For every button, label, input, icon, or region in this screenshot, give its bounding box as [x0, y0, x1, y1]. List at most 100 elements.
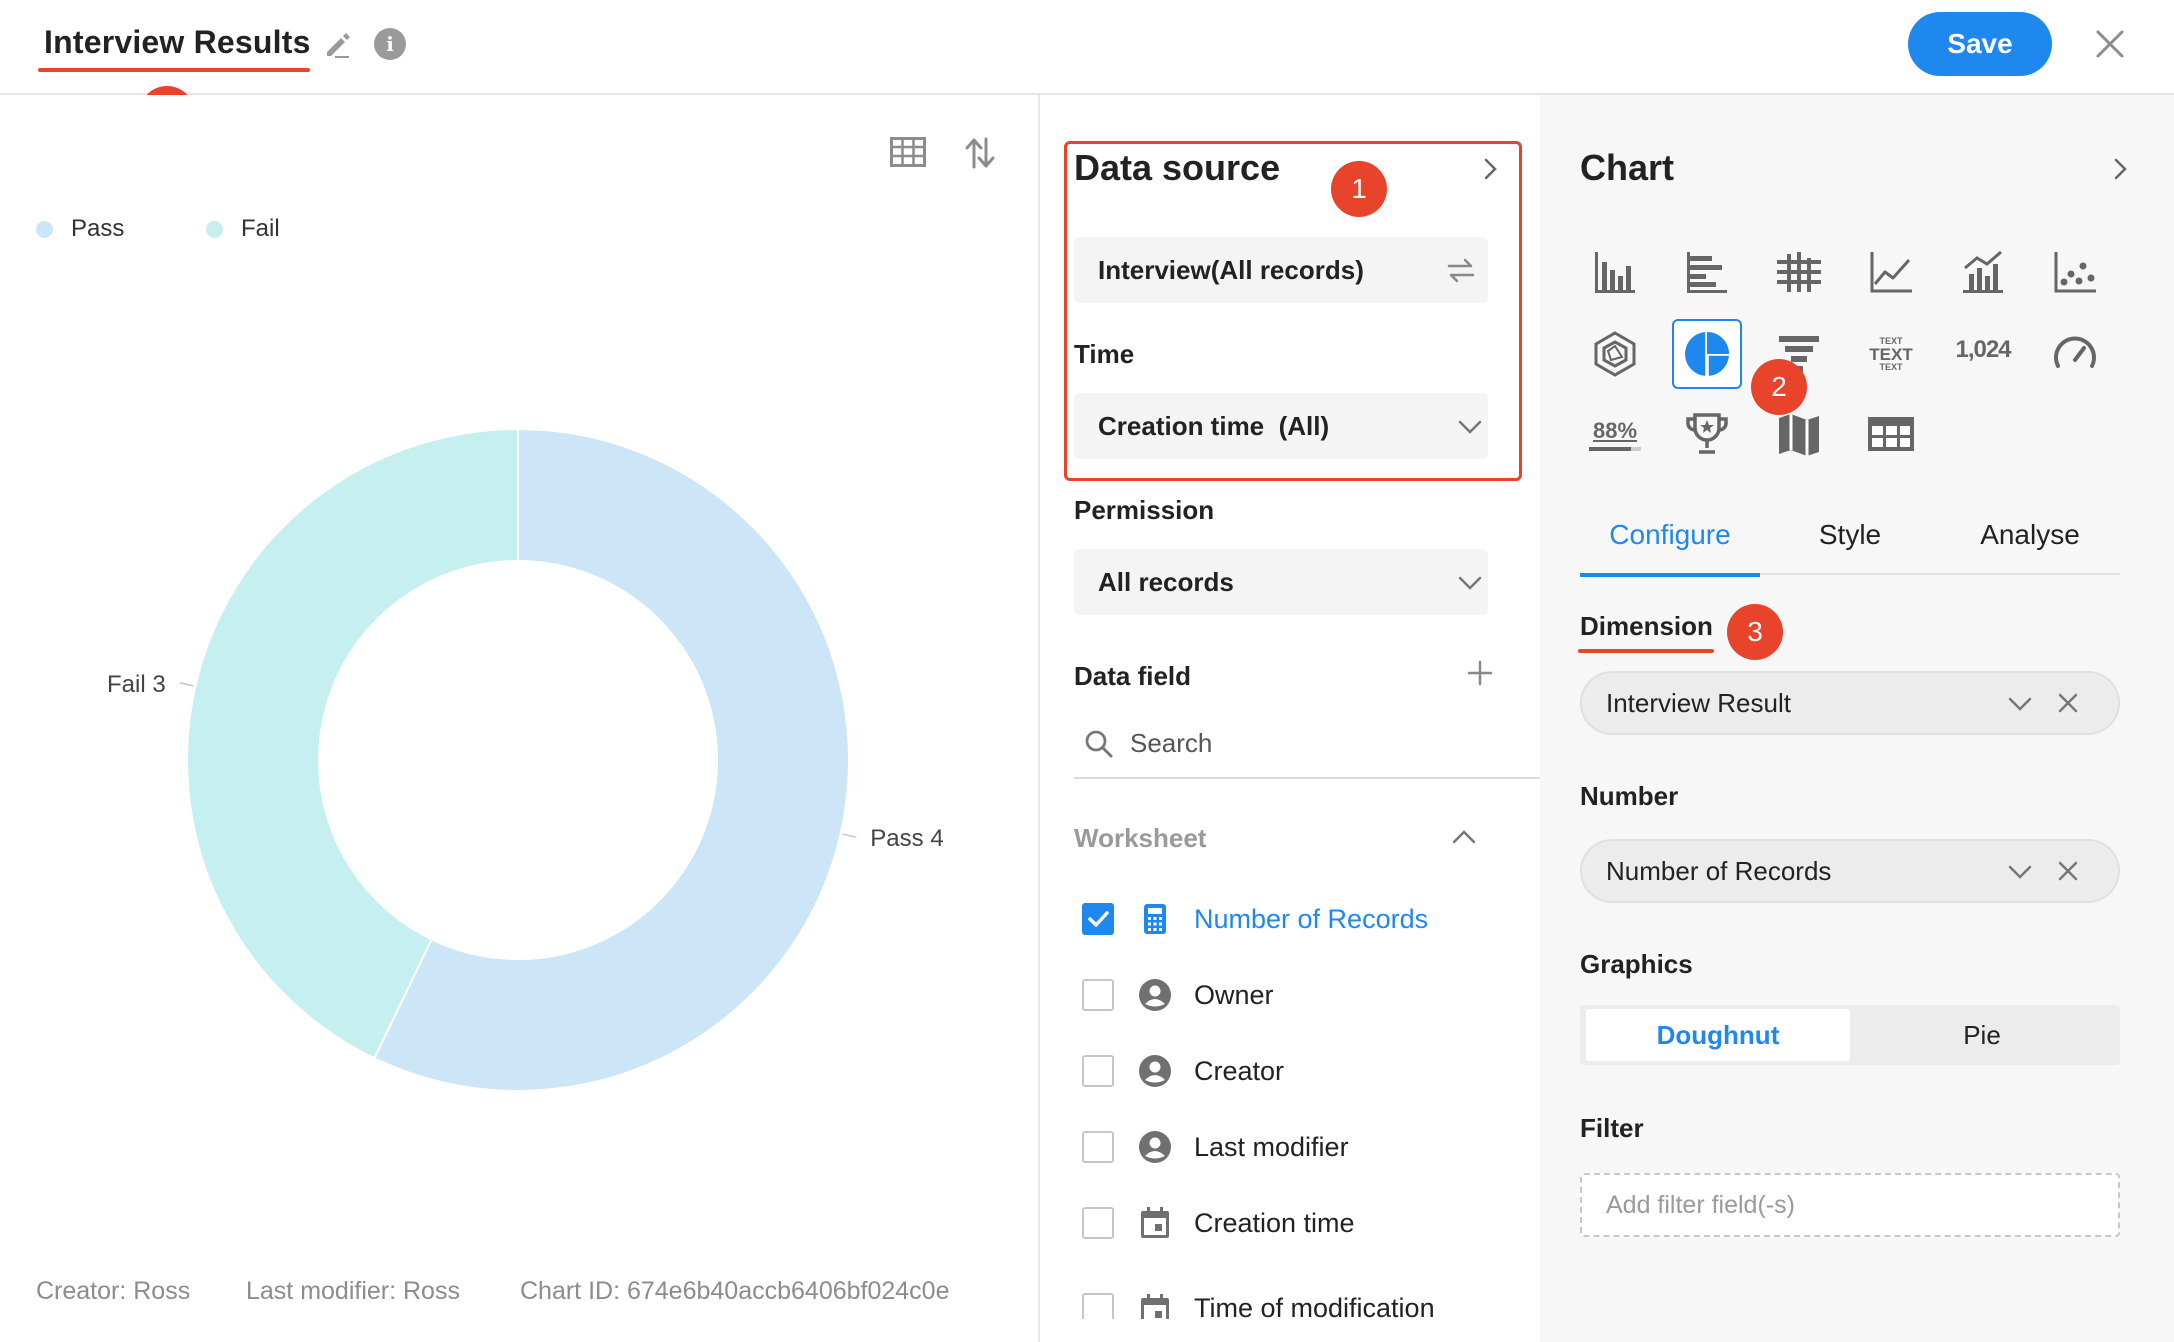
tab-style[interactable]: Style	[1760, 495, 1940, 575]
stacked-bar-icon[interactable]	[1764, 237, 1834, 307]
radar-chart-icon[interactable]	[1580, 319, 1650, 389]
field-search	[1074, 715, 1540, 779]
chevron-down-icon[interactable]	[1456, 417, 1484, 437]
dimension-label: Dimension	[1580, 611, 1713, 641]
gauge-icon[interactable]	[2040, 319, 2110, 389]
calendar-icon	[1141, 1207, 1169, 1238]
bar-chart-icon[interactable]	[1672, 237, 1742, 307]
data-label-fail: Fail 3	[107, 671, 166, 698]
field-item-owner[interactable]: Owner	[1082, 973, 1522, 1017]
info-icon[interactable]: i	[374, 28, 406, 60]
field-label: Number of Records	[1194, 903, 1429, 934]
chevron-down-icon[interactable]	[2006, 695, 2034, 713]
checkbox[interactable]	[1082, 1207, 1114, 1239]
tab-configure[interactable]: Configure	[1580, 495, 1760, 577]
filter-label: Filter	[1580, 1113, 1644, 1143]
graphics-option-doughnut[interactable]: Doughnut	[1586, 1009, 1850, 1061]
time-value: Creation time (All)	[1098, 411, 1330, 441]
user-icon	[1139, 979, 1171, 1011]
progress-text: 88%	[1592, 417, 1638, 443]
progress-track	[1589, 446, 1641, 451]
column-chart-icon[interactable]	[1580, 237, 1650, 307]
time-select[interactable]: Creation time (All)	[1074, 393, 1488, 459]
line-chart-icon[interactable]	[1856, 237, 1926, 307]
data-source-value: Interview(All records)	[1098, 255, 1364, 285]
progress-fill	[1589, 446, 1631, 451]
graphics-option-pie[interactable]: Pie	[1850, 1009, 2114, 1061]
number-field[interactable]: Number of Records	[1580, 839, 2120, 903]
field-item-last-modifier[interactable]: Last modifier	[1082, 1125, 1522, 1169]
leader-line-fail	[179, 682, 194, 687]
checkmark-icon	[1088, 911, 1109, 927]
swap-icon[interactable]	[1446, 257, 1476, 283]
pencil-icon[interactable]	[322, 28, 354, 60]
calculator-icon	[1144, 904, 1166, 934]
data-source-title: Data source	[1074, 147, 1281, 188]
word-cloud-text-small: TEXT	[1879, 361, 1903, 372]
chevron-down-icon[interactable]	[1456, 573, 1484, 593]
close-icon[interactable]	[2056, 691, 2080, 715]
pivot-table-icon[interactable]	[1856, 399, 1926, 469]
annotation-badge-1: 1	[1331, 161, 1387, 217]
save-button[interactable]: Save	[1908, 12, 2052, 76]
permission-value: All records	[1098, 567, 1234, 597]
field-item-creator[interactable]: Creator	[1082, 1049, 1522, 1093]
checkbox[interactable]	[1082, 1055, 1114, 1087]
field-label: Owner	[1194, 979, 1274, 1010]
field-item-creation-time[interactable]: Creation time	[1082, 1201, 1522, 1245]
add-filter-field[interactable]: Add filter field(-s)	[1580, 1173, 2120, 1237]
search-icon	[1085, 730, 1113, 758]
checkbox[interactable]	[1082, 979, 1114, 1011]
field-label: Last modifier	[1194, 1131, 1349, 1162]
word-cloud-icon[interactable]: TEXT TEXT TEXT	[1856, 319, 1926, 389]
chart-preview-panel: Pass Fail Pass 4 Fail 3 Creator: Ross Las…	[0, 95, 1040, 1342]
title-underline	[38, 68, 310, 72]
combo-chart-icon[interactable]	[1948, 237, 2018, 307]
doughnut-chart: Pass 4 Fail 3	[107, 427, 944, 1092]
chevron-right-icon[interactable]	[2108, 157, 2132, 181]
number-card-icon[interactable]: 1,024	[1948, 315, 2018, 385]
ranking-icon[interactable]	[1672, 399, 1742, 469]
dimension-value: Interview Result	[1606, 688, 1791, 718]
data-source-selector[interactable]: Interview(All records)	[1074, 237, 1488, 303]
field-item-number-of-records[interactable]: Number of Records	[1082, 897, 1522, 941]
top-header: Interview Results i Save	[0, 0, 2174, 95]
permission-select[interactable]: All records	[1074, 549, 1488, 615]
close-icon[interactable]	[2090, 24, 2130, 64]
field-label: Creator	[1194, 1055, 1285, 1086]
progress-icon[interactable]: 88%	[1580, 399, 1650, 469]
number-card-text: 1,024	[1955, 336, 2011, 363]
tab-label: Analyse	[1980, 519, 2080, 550]
search-input[interactable]	[1130, 723, 1510, 763]
chevron-right-icon[interactable]	[1478, 157, 1502, 181]
config-tabs: Configure Style Analyse	[1580, 495, 2120, 577]
tab-label: Style	[1818, 519, 1882, 550]
word-cloud-text-large: TEXT	[1869, 344, 1913, 364]
active-tab-indicator	[1580, 573, 1760, 577]
chevron-up-icon[interactable]	[1450, 827, 1478, 847]
chart-config-title: Chart	[1580, 147, 1675, 188]
data-label-pass: Pass 4	[870, 825, 943, 852]
creator-info: Creator: Ross	[36, 1277, 191, 1305]
checkbox[interactable]	[1082, 1131, 1114, 1163]
tab-label: Configure	[1609, 519, 1731, 550]
plus-icon[interactable]	[1466, 659, 1494, 687]
pie-chart-icon[interactable]	[1672, 319, 1742, 389]
worksheet-label: Worksheet	[1074, 823, 1207, 853]
chart-title[interactable]: Interview Results	[44, 24, 311, 61]
dimension-underline	[1578, 649, 1714, 653]
modifier-info: Last modifier: Ross	[246, 1277, 460, 1305]
close-icon[interactable]	[2056, 859, 2080, 883]
chart-config-panel: Chart TEXT TEXT TEXT 1,024 88% 2 Configu…	[1540, 95, 2174, 1342]
time-label: Time	[1074, 339, 1135, 369]
chevron-down-icon[interactable]	[2006, 863, 2034, 881]
dimension-field[interactable]: Interview Result	[1580, 671, 2120, 735]
graphics-toggle: Doughnut Pie	[1580, 1005, 2120, 1065]
user-icon	[1139, 1131, 1171, 1163]
list-fade	[1042, 1319, 1540, 1342]
number-label: Number	[1580, 781, 1679, 811]
checkbox-checked[interactable]	[1082, 903, 1114, 935]
scatter-chart-icon[interactable]	[2040, 237, 2110, 307]
data-source-panel: Data source 1 Interview(All records) Tim…	[1042, 95, 1540, 1342]
tab-analyse[interactable]: Analyse	[1940, 495, 2120, 575]
